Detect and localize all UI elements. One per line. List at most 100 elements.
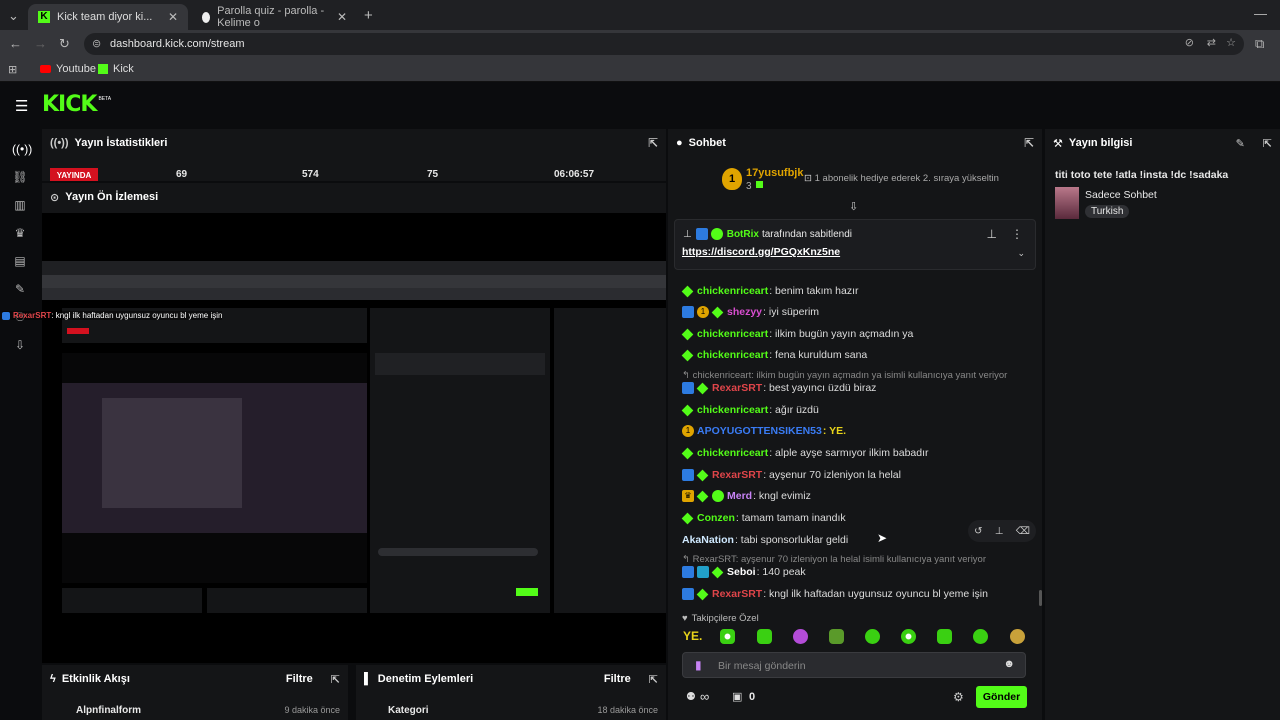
emote[interactable] (865, 629, 880, 644)
chat-username[interactable]: chickenriceart (697, 285, 768, 297)
vip-badge-icon (697, 566, 709, 578)
chat-username[interactable]: shezyy (727, 306, 762, 318)
delete-icon[interactable]: ⌫ (1016, 526, 1030, 537)
chat-username[interactable]: chickenriceart (697, 349, 768, 361)
tab-search-icon[interactable]: ⌄ (8, 8, 19, 24)
chat-text: : best yayıncı üzdü biraz (763, 382, 877, 394)
chat-username[interactable]: RexarSRT (712, 588, 762, 600)
scroll-down-icon[interactable]: ⇩ (849, 200, 858, 213)
emote[interactable] (793, 629, 808, 644)
url-field[interactable]: ⊜ dashboard.kick.com/stream ⊘ ⇄ ☆ (84, 33, 1244, 55)
moderation-filter-button[interactable]: Filtre (604, 673, 631, 685)
new-tab-icon[interactable]: + (364, 7, 373, 24)
top-gifter-user[interactable]: 17yusufbjk (746, 167, 803, 179)
expand-icon[interactable]: ⇱ (1024, 136, 1034, 150)
emote[interactable] (901, 629, 916, 644)
chat-username[interactable]: Conzen (697, 512, 735, 524)
chat-username[interactable]: RexarSRT (712, 382, 762, 394)
reply-icon[interactable]: ↺ (974, 526, 982, 537)
chat-username[interactable]: AkaNation (682, 534, 734, 546)
chat-username[interactable]: APOYUGOTTENSIKEN53 (697, 425, 822, 437)
layout-icon[interactable]: ▤ (12, 254, 28, 270)
info-title: Yayın bilgisi (1068, 137, 1133, 149)
stat-value: 69 (176, 169, 188, 180)
chat-text: : tamam tamam inandık (735, 512, 846, 524)
reload-icon[interactable]: ↻ (59, 36, 70, 52)
unpin-icon[interactable]: ⊥ (987, 227, 997, 241)
tab-kick[interactable]: K Kick team diyor ki... ✕ (28, 4, 188, 30)
minimize-icon[interactable]: — (1254, 6, 1267, 21)
preview-title: Yayın Ön İzlemesi (65, 191, 159, 203)
gift-count: 0 (749, 691, 756, 703)
kick-logo[interactable]: KICK BETA (42, 92, 111, 117)
settings-gear-icon[interactable]: ⚙ (953, 690, 964, 704)
bookmark-kick[interactable]: Kick (98, 63, 134, 75)
heart-icon: ♥ (682, 613, 688, 624)
activity-filter-button[interactable]: Filtre (286, 673, 313, 685)
wrench-icon[interactable]: ✎ (12, 282, 28, 298)
gift-prompt-text: 1 abonelik hediye ederek 2. sıraya yükse… (814, 173, 999, 184)
stats-header: ((•)) Yayın İstatistikleri ⇱ (42, 129, 666, 157)
chat-username[interactable]: chickenriceart (697, 404, 768, 416)
analytics-icon[interactable]: ▥ (12, 198, 28, 214)
forward-icon[interactable]: → (34, 36, 47, 51)
link-icon[interactable]: ⛓ (12, 170, 28, 186)
close-tab-icon[interactable]: ✕ (337, 10, 347, 24)
preview-mini-activity (62, 588, 202, 613)
site-info-icon[interactable]: ⊜ (92, 37, 101, 50)
apps-icon[interactable]: ⊞ (8, 63, 17, 76)
emote[interactable] (937, 629, 952, 644)
category-thumbnail[interactable] (1055, 187, 1079, 219)
expand-icon[interactable]: ⇱ (1263, 137, 1272, 150)
chat-bubble-icon: ● (676, 137, 683, 149)
chat-scrollbar[interactable] (1039, 590, 1042, 606)
followers-text: Takipçilere Özel (691, 613, 759, 624)
more-options-icon[interactable]: ⋮ (1011, 227, 1023, 241)
emote[interactable] (757, 629, 772, 644)
emote[interactable] (973, 629, 988, 644)
close-tab-icon[interactable]: ✕ (168, 10, 178, 24)
expand-icon[interactable]: ⇱ (649, 673, 658, 686)
collapse-chevron-icon[interactable]: ⌄ (1017, 248, 1025, 259)
bookmark-label: Kick (113, 63, 134, 75)
chat-username[interactable]: Seboi (727, 566, 756, 578)
stream-preview[interactable] (42, 213, 666, 663)
back-icon[interactable]: ← (9, 36, 22, 51)
expand-icon[interactable]: ⇱ (331, 673, 340, 686)
chat-username[interactable]: Merd (727, 490, 752, 502)
chat-username[interactable]: chickenriceart (697, 447, 768, 459)
star-icon[interactable]: ☆ (1226, 36, 1236, 49)
export-icon[interactable]: ⇩ (12, 338, 28, 354)
category-name[interactable]: Sadece Sohbet (1085, 189, 1157, 201)
pinned-header: ⊥ BotRix tarafından sabitlendi (683, 228, 852, 240)
emote-ye[interactable]: YE. (683, 629, 702, 643)
top-gifter-badge: 1 (722, 168, 742, 190)
pinned-by-user[interactable]: BotRix (727, 229, 759, 240)
translate-icon[interactable]: ⇄ (1207, 36, 1216, 49)
reply-context[interactable]: ↰ RexarSRT: ayşenur 70 izleniyon la hela… (682, 554, 986, 565)
extensions-icon[interactable]: ⧉ (1255, 36, 1264, 52)
send-button[interactable]: Gönder (976, 686, 1027, 708)
emote[interactable] (1010, 629, 1025, 644)
kick-favicon-icon: K (38, 11, 50, 23)
broadcast-icon[interactable]: ((•)) (12, 142, 32, 158)
menu-icon[interactable]: ☰ (15, 97, 28, 115)
bookmark-youtube[interactable]: Youtube (40, 63, 96, 75)
pinned-link[interactable]: https://discord.gg/PGQxKnz5ne (682, 246, 840, 258)
emote[interactable] (829, 629, 844, 644)
reply-context[interactable]: ↰ chickenriceart: ilkim bugün yayın açma… (682, 370, 1007, 381)
chat-username[interactable]: chickenriceart (697, 328, 768, 340)
microphone-icon[interactable]: ▮ (695, 658, 702, 672)
tab-parolla[interactable]: Parolla quiz - parolla - Kelime o ✕ (192, 4, 357, 30)
preview-mini-bookmarks (42, 288, 666, 300)
chat-input[interactable]: ▮ Bir mesaj gönderin ☻ (682, 652, 1026, 678)
emoji-icon[interactable]: ☻ (1003, 658, 1015, 670)
eye-off-icon[interactable]: ⊘ (1185, 36, 1194, 49)
edit-icon[interactable]: ✎ (1236, 137, 1245, 150)
trophy-icon[interactable]: ♛ (12, 226, 28, 242)
verified-icon (710, 228, 723, 240)
emote[interactable] (720, 629, 735, 644)
pin-icon[interactable]: ⊥ (995, 526, 1004, 537)
expand-icon[interactable]: ⇱ (648, 136, 658, 150)
chat-username[interactable]: RexarSRT (712, 469, 762, 481)
